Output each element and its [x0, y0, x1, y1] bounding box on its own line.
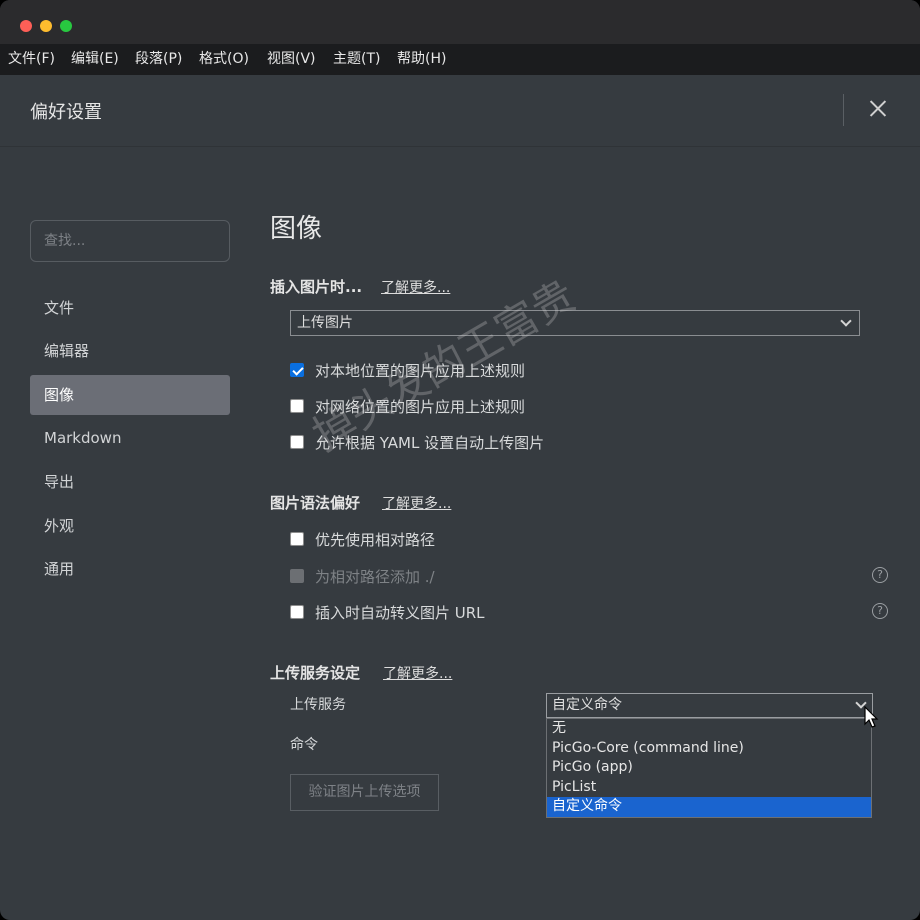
dot-slash-checkbox [290, 569, 304, 583]
search-input[interactable] [30, 220, 230, 262]
chevron-down-icon [855, 697, 867, 709]
verify-upload-button[interactable]: 验证图片上传选项 [290, 774, 439, 811]
apply-local-label: 对本地位置的图片应用上述规则 [315, 362, 526, 380]
close-window-button[interactable] [20, 20, 32, 32]
syntax-learn-more-link[interactable]: 了解更多... [382, 493, 451, 513]
upload-learn-more-link[interactable]: 了解更多... [383, 663, 452, 683]
upload-service-dropdown: 无 PicGo-Core (command line) PicGo (app) … [546, 718, 872, 818]
menu-view[interactable]: 视图(V) [267, 44, 316, 75]
yaml-upload-checkbox[interactable] [290, 435, 304, 449]
menu-file[interactable]: 文件(F) [8, 44, 55, 75]
syntax-preference-title: 图片语法偏好 [270, 494, 361, 512]
sidebar-item-editor[interactable]: 编辑器 [30, 331, 230, 371]
close-icon[interactable] [864, 95, 892, 123]
sidebar-item-appearance[interactable]: 外观 [30, 506, 230, 546]
chevron-down-icon [840, 315, 852, 327]
menu-theme[interactable]: 主题(T) [333, 44, 380, 75]
dropdown-option-custom-command[interactable]: 自定义命令 [547, 797, 871, 817]
preferences-window: 文件(F) 编辑(E) 段落(P) 格式(O) 视图(V) 主题(T) 帮助(H… [0, 0, 920, 920]
menu-edit[interactable]: 编辑(E) [71, 44, 119, 75]
preferences-header: 偏好设置 [0, 75, 920, 147]
menu-paragraph[interactable]: 段落(P) [135, 44, 182, 75]
upload-service-label: 上传服务 [290, 697, 346, 713]
apply-network-checkbox[interactable] [290, 399, 304, 413]
relative-path-checkbox[interactable] [290, 532, 304, 546]
sidebar-item-general[interactable]: 通用 [30, 549, 230, 589]
dropdown-option-piclist[interactable]: PicList [547, 778, 871, 798]
yaml-upload-label: 允许根据 YAML 设置自动上传图片 [315, 434, 545, 452]
sidebar-item-export[interactable]: 导出 [30, 462, 230, 502]
dropdown-option-picgo-core[interactable]: PicGo-Core (command line) [547, 739, 871, 759]
dropdown-option-none[interactable]: 无 [547, 719, 871, 739]
relative-path-label: 优先使用相对路径 [315, 531, 436, 549]
section-title: 图像 [270, 214, 323, 244]
upload-service-title: 上传服务设定 [270, 664, 361, 682]
preferences-title: 偏好设置 [30, 102, 102, 123]
sidebar-item-file[interactable]: 文件 [30, 288, 230, 328]
minimize-window-button[interactable] [40, 20, 52, 32]
apply-local-checkbox[interactable] [290, 363, 304, 377]
question-circle-icon[interactable]: ? [872, 603, 888, 619]
menu-help[interactable]: 帮助(H) [397, 44, 446, 75]
insert-action-value: 上传图片 [297, 315, 353, 331]
sidebar-item-markdown[interactable]: Markdown [30, 418, 230, 458]
apply-network-label: 对网络位置的图片应用上述规则 [315, 398, 526, 416]
sidebar-item-image[interactable]: 图像 [30, 375, 230, 415]
dropdown-option-picgo-app[interactable]: PicGo (app) [547, 758, 871, 778]
dot-slash-label: 为相对路径添加 ./ [315, 568, 435, 586]
command-label: 命令 [290, 737, 318, 753]
insert-action-select[interactable]: 上传图片 [290, 310, 860, 336]
insert-learn-more-link[interactable]: 了解更多... [381, 277, 450, 297]
insert-image-title: 插入图片时... [270, 278, 363, 296]
header-divider [843, 94, 844, 126]
escape-url-checkbox[interactable] [290, 605, 304, 619]
upload-service-value: 自定义命令 [552, 697, 622, 713]
question-circle-icon[interactable]: ? [872, 567, 888, 583]
upload-service-select[interactable]: 自定义命令 [546, 693, 873, 718]
escape-url-label: 插入时自动转义图片 URL [315, 604, 485, 622]
maximize-window-button[interactable] [60, 20, 72, 32]
menu-format[interactable]: 格式(O) [199, 44, 249, 75]
title-bar [0, 0, 920, 44]
menu-bar: 文件(F) 编辑(E) 段落(P) 格式(O) 视图(V) 主题(T) 帮助(H… [0, 44, 920, 75]
